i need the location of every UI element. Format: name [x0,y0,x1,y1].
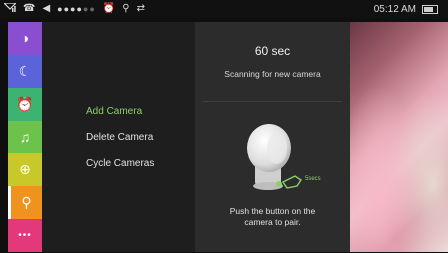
instruction-line-2: camera to pair. [244,217,301,227]
camera-illustration: 5secs [243,118,333,198]
camera-menu: Add Camera Delete Camera Cycle Cameras [42,22,195,252]
moon-icon: ☾ [18,62,32,79]
pairing-info-panel: 60 sec Scanning for new camera 5secs Pus… [195,22,350,252]
battery-icon [422,4,438,14]
location-pin-icon: ⚲ [21,194,32,211]
night-light-icon: ◑ [20,30,30,47]
clock: 05:12 AM [373,3,416,15]
sidebar-item-sleep[interactable]: ☾ [8,54,42,88]
sidebar-item-camera[interactable]: ⚲ [8,186,42,220]
sidebar-item-alarm[interactable]: ⏰ [8,87,42,121]
press-duration-label: 5secs [305,176,321,182]
status-icons-right: 05:12 AM [374,4,448,15]
sidebar-item-more[interactable]: ••• [8,219,42,253]
pairing-instruction: Push the button on the camera to pair. [195,206,350,228]
sidebar: ◑ ☾ ⏰ ♫ ⊕ ⚲ ••• [8,22,42,253]
sync-icon: ⇄ [136,3,145,14]
instruction-line-1: Push the button on the [229,206,316,216]
status-bar: ☎ ◀ ●●●●●● ⏰ ⚲ ⇄ 05:12 AM [0,0,448,18]
status-icons-left: ☎ ◀ ●●●●●● ⏰ ⚲ ⇄ [0,2,145,15]
divider [203,101,342,102]
phone-icon: ☎ [23,3,36,14]
sidebar-item-zoom[interactable]: ⊕ [8,153,42,187]
menu-item-delete-camera[interactable]: Delete Camera [86,132,153,143]
camera-icon [247,124,302,190]
speaker-icon: ◀ [42,3,51,14]
alarm-icon: ⏰ [16,95,34,112]
countdown-timer: 60 sec [254,44,291,58]
signal-icon [2,2,18,15]
menu-item-cycle-cameras[interactable]: Cycle Cameras [86,158,154,169]
sidebar-item-music[interactable]: ♫ [8,120,42,154]
camera-live-feed[interactable] [350,22,448,252]
sidebar-item-night-light[interactable]: ◑ [8,22,42,55]
camera-pairing-screen: ☎ ◀ ●●●●●● ⏰ ⚲ ⇄ 05:12 AM ◑ ☾ ⏰ ♫ ⊕ ⚲ ••… [0,0,448,253]
scan-status-text: Scanning for new camera [224,69,321,79]
menu-item-add-camera[interactable]: Add Camera [86,106,142,117]
music-icon: ♫ [19,129,31,145]
more-icon: ••• [18,230,32,242]
zoom-icon: ⊕ [19,161,31,178]
alarm-icon: ⏰ [102,3,116,14]
location-icon: ⚲ [122,3,130,14]
volume-dots: ●●●●●● [57,3,96,14]
